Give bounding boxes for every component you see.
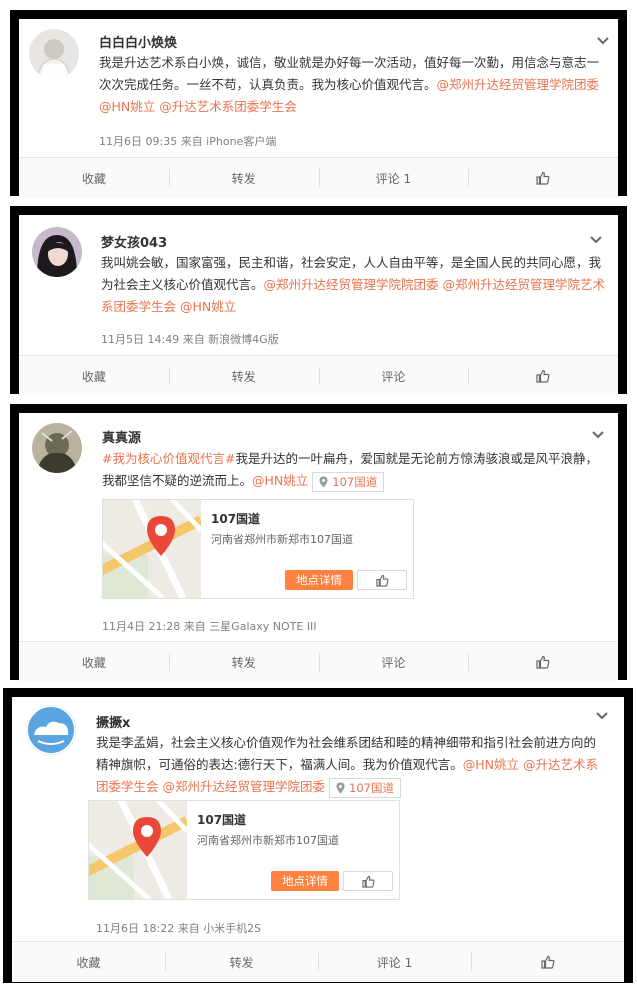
mention-link[interactable]: @HN姚立	[99, 99, 155, 114]
post-text: 我叫姚会敏，国家富强，民主和谐，社会安定，人人自由平等，是全国人民的共同心愿，我…	[101, 252, 606, 318]
like-button[interactable]	[468, 356, 618, 396]
mention-link[interactable]: @HN姚立	[180, 299, 236, 314]
mention-link[interactable]: @升达艺术系团委学生会	[159, 99, 297, 114]
place-detail-button[interactable]: 地点详情	[271, 871, 339, 891]
mention-link[interactable]: @郑州升达经贸管理学院团委	[163, 779, 326, 794]
post-meta[interactable]: 11月6日 09:35 来自 iPhone客户端	[99, 133, 276, 149]
comment-label: 评论	[381, 369, 406, 384]
post-text: 我是李孟娟，社会主义核心价值观作为社会维系团结和睦的精神细带和指引社会前进方向的…	[96, 732, 608, 798]
repost-button[interactable]: 转发	[165, 942, 318, 982]
mention-link[interactable]: @HN姚立	[463, 757, 519, 772]
weibo-post-card: 真真源 #我为核心价值观代言#我是升达的一叶扁舟，爱国就是无论前方惊涛骇浪或是风…	[19, 413, 618, 682]
post-frame: 撅撅x 我是李孟娟，社会主义核心价值观作为社会维系团结和睦的精神细带和指引社会前…	[3, 688, 633, 983]
repost-button[interactable]: 转发	[168, 642, 319, 682]
place-like-button[interactable]	[357, 570, 407, 590]
action-bar: 收藏 转发 评论	[19, 355, 618, 396]
collect-button[interactable]: 收藏	[12, 942, 165, 982]
post-frame: 白白白小焕焕 我是升达艺术系白小焕，诚信，敬业就是办好每一次活动，值好每一次勤，…	[10, 10, 627, 198]
avatar[interactable]	[32, 227, 82, 277]
place-name: 107国道	[197, 813, 247, 827]
post-meta[interactable]: 11月4日 21:28 来自 三星Galaxy NOTE III	[102, 618, 317, 634]
mention-link[interactable]: @HN姚立	[252, 473, 308, 488]
post-frame: 梦女孩043 我叫姚会敏，国家富强，民主和谐，社会安定，人人自由平等，是全国人民…	[10, 206, 627, 396]
thumbs-up-icon	[536, 655, 550, 669]
comment-button[interactable]: 评论 1	[318, 942, 471, 982]
chevron-down-icon[interactable]	[595, 711, 609, 721]
repost-label: 转发	[231, 655, 256, 670]
username[interactable]: 白白白小焕焕	[99, 32, 177, 51]
comment-label: 评论 1	[375, 171, 412, 186]
like-button[interactable]	[468, 158, 618, 198]
collect-button[interactable]: 收藏	[19, 356, 169, 396]
avatar[interactable]	[32, 423, 82, 473]
collect-label: 收藏	[81, 171, 106, 186]
post-meta[interactable]: 11月5日 14:49 来自 新浪微博4G版	[101, 331, 279, 347]
location-tag[interactable]: 107国道	[329, 777, 401, 798]
topic-link[interactable]: #我为核心价值观代言#	[102, 451, 235, 466]
weibo-post-card: 梦女孩043 我叫姚会敏，国家富强，民主和谐，社会安定，人人自由平等，是全国人民…	[19, 215, 618, 396]
action-bar: 收藏 转发 评论 1	[19, 157, 618, 198]
action-bar: 收藏 转发 评论 1	[12, 941, 624, 982]
location-tag[interactable]: 107国道	[312, 471, 385, 492]
map-thumbnail[interactable]	[103, 500, 201, 598]
place-address: 河南省郑州市新郑市107国道	[197, 834, 339, 847]
collect-button[interactable]: 收藏	[19, 642, 169, 682]
chevron-down-icon[interactable]	[596, 36, 610, 46]
location-pin-icon	[319, 476, 328, 487]
comment-button[interactable]: 评论	[318, 356, 469, 396]
comment-button[interactable]: 评论	[318, 642, 469, 682]
thumbs-up-icon	[540, 955, 554, 969]
location-tag-label: 107国道	[349, 780, 394, 795]
thumbs-up-icon	[536, 171, 550, 185]
username[interactable]: 梦女孩043	[101, 232, 167, 251]
map-thumbnail[interactable]	[89, 801, 187, 899]
post-meta[interactable]: 11月6日 18:22 来自 小米手机2S	[96, 920, 261, 936]
username[interactable]: 撅撅x	[96, 712, 130, 731]
weibo-post-card: 撅撅x 我是李孟娟，社会主义核心价值观作为社会维系团结和睦的精神细带和指引社会前…	[12, 697, 624, 982]
place-detail-button[interactable]: 地点详情	[285, 570, 353, 590]
collect-label: 收藏	[81, 369, 106, 384]
comment-button[interactable]: 评论 1	[318, 158, 469, 198]
place-name: 107国道	[211, 512, 261, 526]
repost-button[interactable]: 转发	[168, 158, 319, 198]
chevron-down-icon[interactable]	[589, 235, 603, 245]
mention-link[interactable]: @郑州升达经贸管理学院院团委	[264, 277, 439, 292]
action-bar: 收藏 转发 评论	[19, 641, 618, 682]
weibo-post-card: 白白白小焕焕 我是升达艺术系白小焕，诚信，敬业就是办好每一次活动，值好每一次勤，…	[19, 19, 618, 198]
avatar[interactable]	[26, 705, 76, 755]
location-tag-label: 107国道	[332, 474, 378, 489]
post-frame: 真真源 #我为核心价值观代言#我是升达的一叶扁舟，爱国就是无论前方惊涛骇浪或是风…	[10, 404, 627, 682]
avatar[interactable]	[29, 29, 79, 79]
collect-label: 收藏	[76, 955, 101, 970]
thumbs-up-icon	[536, 369, 550, 383]
chevron-down-icon[interactable]	[591, 430, 605, 440]
repost-label: 转发	[231, 171, 256, 186]
post-text: 我是升达艺术系白小焕，诚信，敬业就是办好每一次活动，值好每一次勤，用信念与意志一…	[99, 52, 609, 118]
like-button[interactable]	[468, 642, 618, 682]
place-card[interactable]: 107国道 河南省郑州市新郑市107国道 地点详情	[88, 800, 400, 900]
collect-label: 收藏	[81, 655, 106, 670]
username[interactable]: 真真源	[102, 427, 141, 446]
place-card[interactable]: 107国道 河南省郑州市新郑市107国道 地点详情	[102, 499, 414, 599]
location-pin-icon	[336, 782, 345, 793]
comment-label: 评论	[381, 655, 406, 670]
comment-label: 评论 1	[376, 955, 413, 970]
collect-button[interactable]: 收藏	[19, 158, 169, 198]
place-address: 河南省郑州市新郑市107国道	[211, 533, 353, 546]
mention-link[interactable]: @郑州升达经贸管理学院团委	[437, 77, 600, 92]
place-like-button[interactable]	[343, 871, 393, 891]
repost-button[interactable]: 转发	[168, 356, 319, 396]
thumbs-up-icon	[375, 574, 388, 587]
repost-label: 转发	[231, 369, 256, 384]
thumbs-up-icon	[361, 875, 374, 888]
like-button[interactable]	[471, 942, 624, 982]
post-text: #我为核心价值观代言#我是升达的一叶扁舟，爱国就是无论前方惊涛骇浪或是风平浪静，…	[102, 448, 607, 492]
repost-label: 转发	[229, 955, 254, 970]
